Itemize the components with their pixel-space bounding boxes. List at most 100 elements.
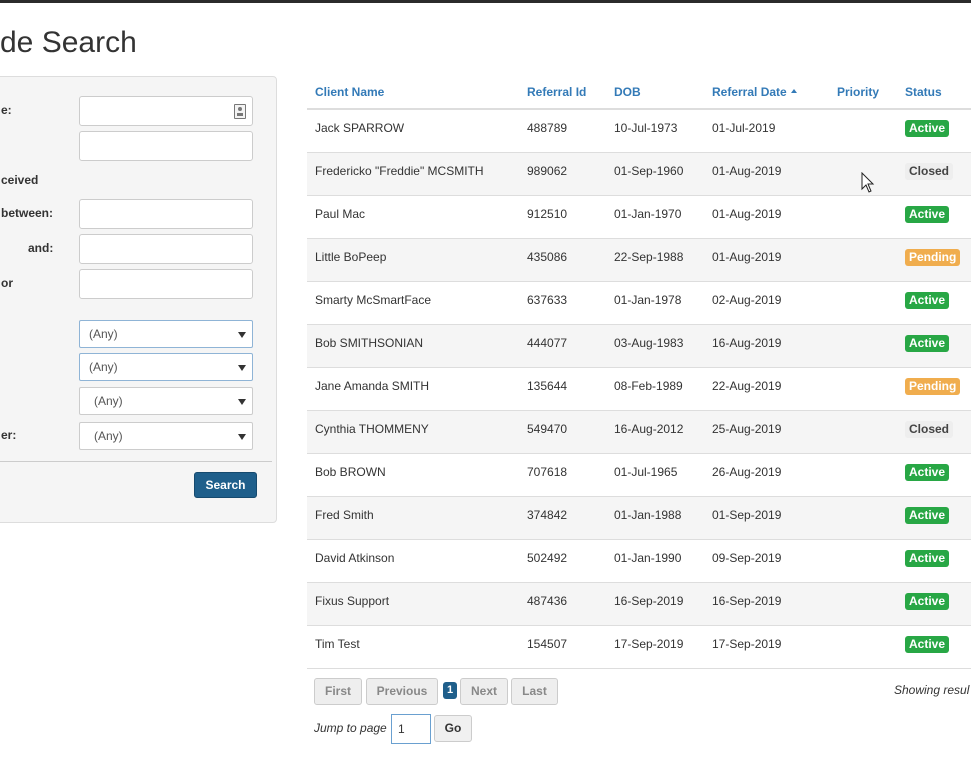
filter-select-4[interactable]: (Any) [79,422,253,450]
referral-date-cell: 09-Sep-2019 [712,551,782,565]
go-button[interactable]: Go [434,715,472,742]
table-row[interactable]: Jack SPARROW 488789 10-Jul-1973 01-Jul-2019… [307,110,971,153]
status-badge: Active [905,550,950,567]
table-row[interactable]: Paul Mac 912510 01-Jan-1970 01-Aug-2019 Acti… [307,196,971,239]
table-row[interactable]: Fred Smith 374842 01-Jan-1988 01-Sep-2019 Ac… [307,497,971,540]
jump-to-page-input[interactable]: 1 [391,714,431,744]
mouse-cursor-icon [861,172,875,193]
dob-cell: 16-Sep-2019 [614,594,684,608]
top-border [0,0,971,3]
client-name-cell: Bob SMITHSONIAN [315,336,424,350]
status-badge: Pending [905,378,961,395]
client-name-cell: Fixus Support [315,594,390,608]
col-dob[interactable]: DOB [614,85,641,99]
table-row[interactable]: Cynthia THOMMENY 549470 16-Aug-2012 25-Aug-… [307,411,971,454]
dob-cell: 01-Jan-1988 [614,508,682,522]
last-page-button[interactable]: Last [511,678,558,705]
previous-page-button[interactable]: Previous [366,678,438,705]
col-referral-date[interactable]: Referral Date [712,85,797,99]
dob-cell: 01-Sep-1960 [614,164,684,178]
dob-cell: 03-Aug-1983 [614,336,684,350]
caret-down-icon [238,365,246,371]
panel-divider [0,461,272,462]
referral-date-cell: 17-Sep-2019 [712,637,782,651]
client-name-cell: Fredericko "Freddie" MCSMITH [315,164,484,178]
referral-id-cell: 487436 [527,594,568,608]
status-badge: Pending [905,249,961,266]
filter-select-2[interactable]: (Any) [79,353,253,381]
dob-cell: 08-Feb-1989 [614,379,683,393]
dob-cell: 01-Jul-1965 [614,465,678,479]
id-card-icon[interactable] [234,104,246,119]
referral-date-cell: 25-Aug-2019 [712,422,782,436]
referral-date-cell: 16-Sep-2019 [712,594,782,608]
col-referral-date-label: Referral Date [712,85,787,99]
first-page-button[interactable]: First [314,678,362,705]
jump-to-page-label: Jump to page [314,721,387,735]
dob-cell: 17-Sep-2019 [614,637,684,651]
caret-down-icon [238,332,246,338]
status-badge: Active [905,507,950,524]
client-name-cell: David Atkinson [315,551,395,565]
client-name-cell: Paul Mac [315,207,366,221]
client-name-cell: Cynthia THOMMENY [315,422,429,436]
referral-date-cell: 01-Sep-2019 [712,508,782,522]
name-label: e: [1,103,12,117]
status-badge: Active [905,335,950,352]
table-header: Client Name Referral Id DOB Referral Dat… [307,76,971,110]
table-row[interactable]: Tim Test 154507 17-Sep-2019 17-Sep-2019 Acti… [307,626,971,669]
table-row[interactable]: Smarty McSmartFace 637633 01-Jan-1978 02-Au… [307,282,971,325]
search-button[interactable]: Search [194,472,257,498]
or-label: or [1,276,13,290]
col-client-name[interactable]: Client Name [315,85,384,99]
filter-select-3[interactable]: (Any) [79,387,253,415]
status-badge: Active [905,292,950,309]
referral-date-cell: 01-Aug-2019 [712,250,782,264]
col-priority[interactable]: Priority [837,85,879,99]
referral-date-cell: 01-Jul-2019 [712,121,776,135]
referral-date-cell: 16-Aug-2019 [712,336,782,350]
referral-id-cell: 989062 [527,164,568,178]
filter-panel: e: ceived between: and: or (Any) (Any) (… [0,76,277,523]
table-row[interactable]: Bob SMITHSONIAN 444077 03-Aug-1983 16-Aug-2… [307,325,971,368]
select-value: (Any) [94,429,123,443]
referral-id-cell: 549470 [527,422,568,436]
referral-date-cell: 02-Aug-2019 [712,293,782,307]
client-name-cell: Bob BROWN [315,465,386,479]
dob-cell: 22-Sep-1988 [614,250,684,264]
referral-id-cell: 135644 [527,379,568,393]
or-input[interactable] [79,269,253,299]
referral-id-cell: 912510 [527,207,568,221]
client-name-cell: Fred Smith [315,508,374,522]
dob-cell: 01-Jan-1990 [614,551,682,565]
next-page-button[interactable]: Next [460,678,508,705]
table-row[interactable]: David Atkinson 502492 01-Jan-1990 09-Sep-20… [307,540,971,583]
secondary-input[interactable] [79,131,253,161]
client-name-cell: Little BoPeep [315,250,387,264]
referral-id-cell: 707618 [527,465,568,479]
select-value: (Any) [89,327,118,341]
referral-date-cell: 01-Aug-2019 [712,164,782,178]
table-row[interactable]: Bob BROWN 707618 01-Jul-1965 26-Aug-2019 Act… [307,454,971,497]
select-value: (Any) [89,360,118,374]
name-input[interactable] [79,96,253,126]
status-badge: Active [905,120,950,137]
client-name-cell: Jane Amanda SMITH [315,379,430,393]
table-row[interactable]: Fixus Support 487436 16-Sep-2019 16-Sep-201… [307,583,971,626]
date-to-input[interactable] [79,234,253,264]
page-title: de Search [0,26,137,59]
col-status[interactable]: Status [905,85,942,99]
date-from-input[interactable] [79,199,253,229]
table-row[interactable]: Little BoPeep 435086 22-Sep-1988 01-Aug-201… [307,239,971,282]
current-page-indicator[interactable]: 1 [443,682,457,699]
caret-down-icon [238,399,246,405]
table-row[interactable]: Jane Amanda SMITH 135644 08-Feb-1989 22-Aug… [307,368,971,411]
status-badge: Closed [905,421,954,438]
and-label: and: [28,241,54,255]
filter-select-1[interactable]: (Any) [79,320,253,348]
referral-date-cell: 01-Aug-2019 [712,207,782,221]
col-referral-id[interactable]: Referral Id [527,85,586,99]
referral-id-cell: 488789 [527,121,568,135]
sort-ascending-icon [790,89,797,93]
results-summary: Showing resul [894,683,970,697]
